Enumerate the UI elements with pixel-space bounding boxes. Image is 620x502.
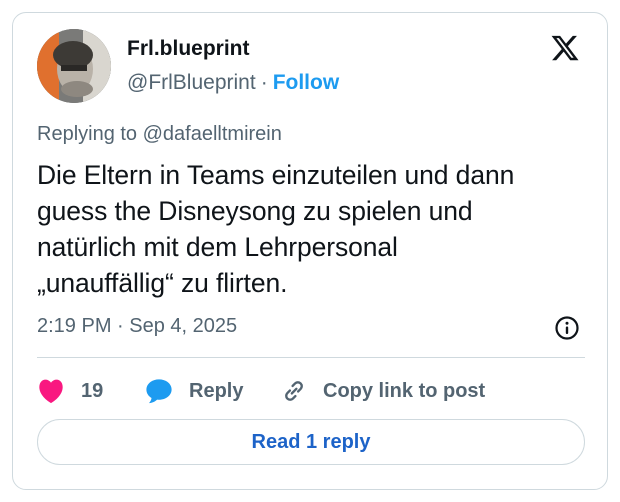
copy-link-button[interactable]: Copy link to post <box>281 373 485 409</box>
divider <box>37 357 585 358</box>
speech-bubble-icon <box>146 379 172 404</box>
copy-link-label: Copy link to post <box>323 379 486 402</box>
tweet-card: Frl.blueprint @FrlBlueprint · Follow Reply… <box>12 12 608 490</box>
heart-icon <box>39 379 63 404</box>
tweet-text-line: guess the Disneysong zu spielen und <box>37 196 473 226</box>
info-icon[interactable] <box>554 315 580 341</box>
link-icon <box>285 381 303 401</box>
x-logo-icon[interactable] <box>549 33 581 63</box>
tweet-text: Die Eltern in Teams einzuteilen und dann… <box>37 157 597 301</box>
tweet-timestamp[interactable]: 2:19 PM · Sep 4, 2025 <box>37 315 237 338</box>
read-replies-button[interactable]: Read 1 reply <box>37 419 585 465</box>
tweet-text-line: Die Eltern in Teams einzuteilen und dann <box>37 160 515 190</box>
reply-button[interactable]: Reply <box>145 373 243 409</box>
action-bar: 19 Reply Copy link to post <box>37 373 585 409</box>
author-name[interactable]: Frl.blueprint <box>127 37 250 61</box>
replying-to[interactable]: Replying to @dafaelltmirein <box>37 123 282 146</box>
author-handle-row: @FrlBlueprint · Follow <box>127 71 339 95</box>
avatar-photo <box>37 29 111 103</box>
tweet-text-line: „unauffällig“ zu flirten. <box>37 268 288 298</box>
follow-button[interactable]: Follow <box>273 71 340 94</box>
like-button[interactable]: 19 <box>37 373 103 409</box>
tweet-text-line: natürlich mit dem Lehrpersonal <box>37 232 398 262</box>
reply-label: Reply <box>189 379 244 402</box>
avatar[interactable] <box>37 29 111 103</box>
separator-dot: · <box>260 71 268 94</box>
like-count: 19 <box>81 379 104 402</box>
author-handle[interactable]: @FrlBlueprint <box>127 71 256 94</box>
